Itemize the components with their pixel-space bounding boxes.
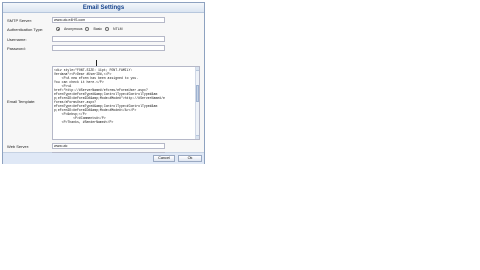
web-server-label: Web Server:: [7, 143, 30, 149]
username-input[interactable]: [52, 36, 165, 42]
smtp-server-row: SMTP Server:: [7, 16, 53, 24]
scroll-thumb[interactable]: [196, 85, 199, 102]
auth-type-row: Authentication Type: Anonymous Basic NTL…: [7, 25, 123, 33]
email-template-textarea[interactable]: <div style="FONT-SIZE: 11pt; FONT-FAMILY…: [52, 66, 200, 140]
username-row: Username:: [7, 35, 53, 43]
password-input[interactable]: [52, 45, 165, 51]
dialog-footer: Cancel Ok: [3, 153, 204, 164]
username-label: Username:: [7, 36, 27, 42]
email-template-label: Email Template:: [7, 98, 36, 104]
radio-ntlm-label: NTLM: [113, 27, 123, 31]
radio-anonymous-label: Anonymous: [64, 27, 83, 31]
scroll-up-arrow[interactable]: [196, 67, 199, 71]
auth-type-label: Authentication Type:: [7, 26, 44, 32]
cancel-button[interactable]: Cancel: [153, 155, 175, 162]
web-server-row: Web Server:: [7, 142, 53, 150]
dialog-title: Email Settings: [3, 3, 204, 13]
text-cursor: [96, 60, 97, 66]
radio-basic[interactable]: [85, 27, 90, 31]
auth-type-radio-group: Anonymous Basic NTLM: [56, 25, 123, 33]
ok-button[interactable]: Ok: [178, 155, 202, 162]
password-label: Password:: [7, 45, 26, 51]
radio-basic-label: Basic: [93, 27, 103, 31]
smtp-server-input[interactable]: www.utc.e4HS.com: [52, 17, 165, 23]
radio-anonymous[interactable]: [56, 27, 60, 31]
email-template-text: <div style="FONT-SIZE: 11pt; FONT-FAMILY…: [54, 68, 165, 124]
radio-ntlm[interactable]: [105, 27, 110, 31]
password-row: Password:: [7, 44, 53, 52]
dialog-body: SMTP Server: www.utc.e4HS.com Authentica…: [3, 13, 204, 158]
web-server-input[interactable]: www.utc: [52, 143, 165, 149]
template-scrollbar[interactable]: [195, 67, 199, 139]
smtp-server-label: SMTP Server:: [7, 17, 33, 23]
email-settings-dialog: Email Settings SMTP Server: www.utc.e4HS…: [2, 2, 205, 164]
scroll-down-arrow[interactable]: [196, 135, 199, 139]
email-template-row: Email Template:: [7, 97, 53, 105]
